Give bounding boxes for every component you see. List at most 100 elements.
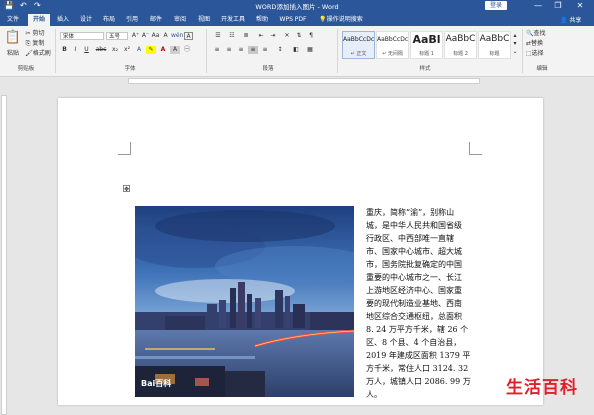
- tab-insert[interactable]: 插入: [53, 14, 73, 26]
- sort-icon[interactable]: ⇅: [294, 32, 304, 40]
- chongqing-skyline-image[interactable]: Bai百科: [135, 206, 354, 397]
- line-spacing-icon[interactable]: ↕: [274, 46, 286, 54]
- font-size-select[interactable]: 五号: [106, 32, 128, 40]
- borders-icon[interactable]: ▦: [304, 46, 316, 54]
- grow-font-button[interactable]: A⁺: [131, 32, 140, 40]
- login-button[interactable]: 登录: [485, 1, 507, 10]
- copy-button[interactable]: ⎘ 复制: [24, 40, 46, 48]
- text-line: 人。: [366, 390, 382, 399]
- italic-button[interactable]: I: [71, 46, 80, 54]
- clipboard-group-label: 剪贴板: [17, 66, 35, 72]
- vertical-scrollbar[interactable]: [587, 85, 594, 405]
- align-left-icon[interactable]: ≡: [212, 46, 222, 54]
- tab-wps-pdf[interactable]: WPS PDF: [276, 14, 310, 26]
- justify-icon[interactable]: ≡: [248, 46, 258, 54]
- select-button[interactable]: ⬚选择: [526, 50, 560, 58]
- ribbon-home: 📋 粘贴 ✂ 剪切 ⎘ 复制 🖌格式刷 剪贴板 宋体 五号 A⁺ A⁻ Aa A…: [0, 26, 594, 77]
- font-color-icon[interactable]: A: [158, 46, 168, 54]
- bold-button[interactable]: B: [60, 46, 69, 54]
- text-line: 重要的中心城市之一、长江: [366, 273, 462, 282]
- tab-home[interactable]: 开始: [28, 14, 50, 26]
- ribbon-tabs: 文件 开始 插入 设计 布局 引用 邮件 审阅 视图 开发工具 帮助 WPS P…: [0, 12, 594, 26]
- change-case-button[interactable]: Aa: [151, 32, 160, 40]
- chinese-layout-icon[interactable]: ✕: [282, 32, 292, 40]
- styles-more-icon[interactable]: ⌄: [511, 48, 519, 56]
- editing-group-label: 编辑: [536, 66, 548, 72]
- text-line: 方千米，常住人口 3124. 32: [366, 364, 469, 373]
- tab-design[interactable]: 设计: [76, 14, 96, 26]
- tab-references[interactable]: 引用: [122, 14, 142, 26]
- document-body-text[interactable]: 重庆，简称“渝”，别称山 城，是中华人民共和国省级 行政区、中西部唯一直辖 市、…: [366, 206, 471, 401]
- strikethrough-button[interactable]: abc: [94, 46, 108, 54]
- superscript-button[interactable]: x²: [122, 46, 132, 54]
- text-line: 市，国务院批复确定的中国: [366, 260, 462, 269]
- document-page[interactable]: ✥ Bai百科 重庆，简称“渝”，别称山 城，是中华人民共和国省级 行政区、中西…: [58, 98, 543, 405]
- minimize-button[interactable]: —: [530, 0, 546, 11]
- horizontal-ruler[interactable]: [0, 77, 594, 85]
- text-line: 市、国家中心城市、超大城: [366, 247, 462, 256]
- divider: [206, 29, 207, 73]
- subscript-button[interactable]: x₂: [110, 46, 120, 54]
- vertical-ruler[interactable]: [0, 85, 8, 415]
- cut-button[interactable]: ✂ 剪切: [24, 30, 46, 38]
- image-watermark-caption: Bai百科: [141, 379, 172, 388]
- text-line: 行政区、中西部唯一直辖: [366, 234, 454, 243]
- shading-icon[interactable]: ◧: [290, 46, 302, 54]
- tab-file[interactable]: 文件: [2, 14, 24, 26]
- table-move-handle-icon[interactable]: ✥: [123, 185, 130, 193]
- style-normal[interactable]: AaBbCcDc ↵ 正文: [342, 31, 375, 59]
- distribute-icon[interactable]: ≡: [260, 46, 270, 54]
- bullets-icon[interactable]: ☰: [212, 32, 224, 40]
- text-effects-icon[interactable]: A: [134, 46, 144, 54]
- align-center-icon[interactable]: ≡: [224, 46, 234, 54]
- style-title[interactable]: AaBbC 标题: [478, 31, 511, 59]
- text-line: 地区综合交通枢纽，总面积: [366, 312, 462, 321]
- tab-view[interactable]: 视图: [194, 14, 214, 26]
- paste-button[interactable]: 粘贴: [4, 50, 22, 58]
- share-button[interactable]: 👤 共享: [560, 15, 581, 24]
- show-marks-icon[interactable]: ¶: [306, 32, 316, 40]
- paste-icon[interactable]: 📋: [4, 30, 22, 50]
- replace-button[interactable]: ⇄替换: [526, 40, 560, 48]
- text-line: 区、8 个县、4 个自治县，: [366, 338, 462, 347]
- tab-help[interactable]: 帮助: [252, 14, 272, 26]
- font-name-select[interactable]: 宋体: [60, 32, 104, 40]
- phonetic-guide-button[interactable]: wén: [171, 32, 183, 40]
- underline-button[interactable]: U: [82, 46, 91, 54]
- styles-scroll-down-icon[interactable]: ▾: [511, 40, 519, 48]
- text-line: 城，是中华人民共和国省级: [366, 221, 462, 230]
- divider: [337, 29, 338, 73]
- divider: [522, 29, 523, 73]
- divider: [55, 29, 56, 73]
- char-shading-icon[interactable]: A: [170, 46, 180, 54]
- restore-button[interactable]: ❐: [550, 0, 566, 11]
- clear-format-button[interactable]: A: [161, 32, 170, 40]
- tell-me-search[interactable]: 💡操作说明搜索: [316, 14, 366, 26]
- paragraph-group-label: 段落: [262, 66, 274, 72]
- tab-mailings[interactable]: 邮件: [146, 14, 166, 26]
- shrink-font-button[interactable]: A⁻: [141, 32, 150, 40]
- enclose-char-icon[interactable]: ㊀: [182, 46, 192, 54]
- format-painter-button[interactable]: 🖌格式刷: [24, 50, 52, 58]
- highlight-icon[interactable]: ✎: [146, 46, 156, 54]
- multilevel-list-icon[interactable]: ≣: [240, 32, 252, 40]
- decrease-indent-icon[interactable]: ⇤: [256, 32, 266, 40]
- text-line: 重庆，简称“渝”，别称山: [366, 208, 455, 217]
- styles-group-label: 样式: [419, 66, 431, 72]
- close-button[interactable]: ✕: [572, 0, 588, 11]
- find-button[interactable]: 🔍查找: [526, 30, 560, 38]
- style-heading-2[interactable]: AaBbC 标题 2: [444, 31, 477, 59]
- align-right-icon[interactable]: ≡: [236, 46, 246, 54]
- margin-mark: [118, 142, 131, 155]
- increase-indent-icon[interactable]: ⇥: [268, 32, 278, 40]
- numbering-icon[interactable]: ☷: [226, 32, 238, 40]
- margin-mark: [469, 142, 482, 155]
- tab-layout[interactable]: 布局: [99, 14, 119, 26]
- lightbulb-icon: 💡: [319, 16, 327, 23]
- tab-developer[interactable]: 开发工具: [218, 14, 248, 26]
- styles-scroll-up-icon[interactable]: ▴: [511, 32, 519, 40]
- char-border-button[interactable]: A: [184, 32, 193, 40]
- style-no-spacing[interactable]: AaBbCcDc ↵ 无间隔: [376, 31, 409, 59]
- style-heading-1[interactable]: AaBl 标题 1: [410, 31, 443, 59]
- tab-review[interactable]: 审阅: [170, 14, 190, 26]
